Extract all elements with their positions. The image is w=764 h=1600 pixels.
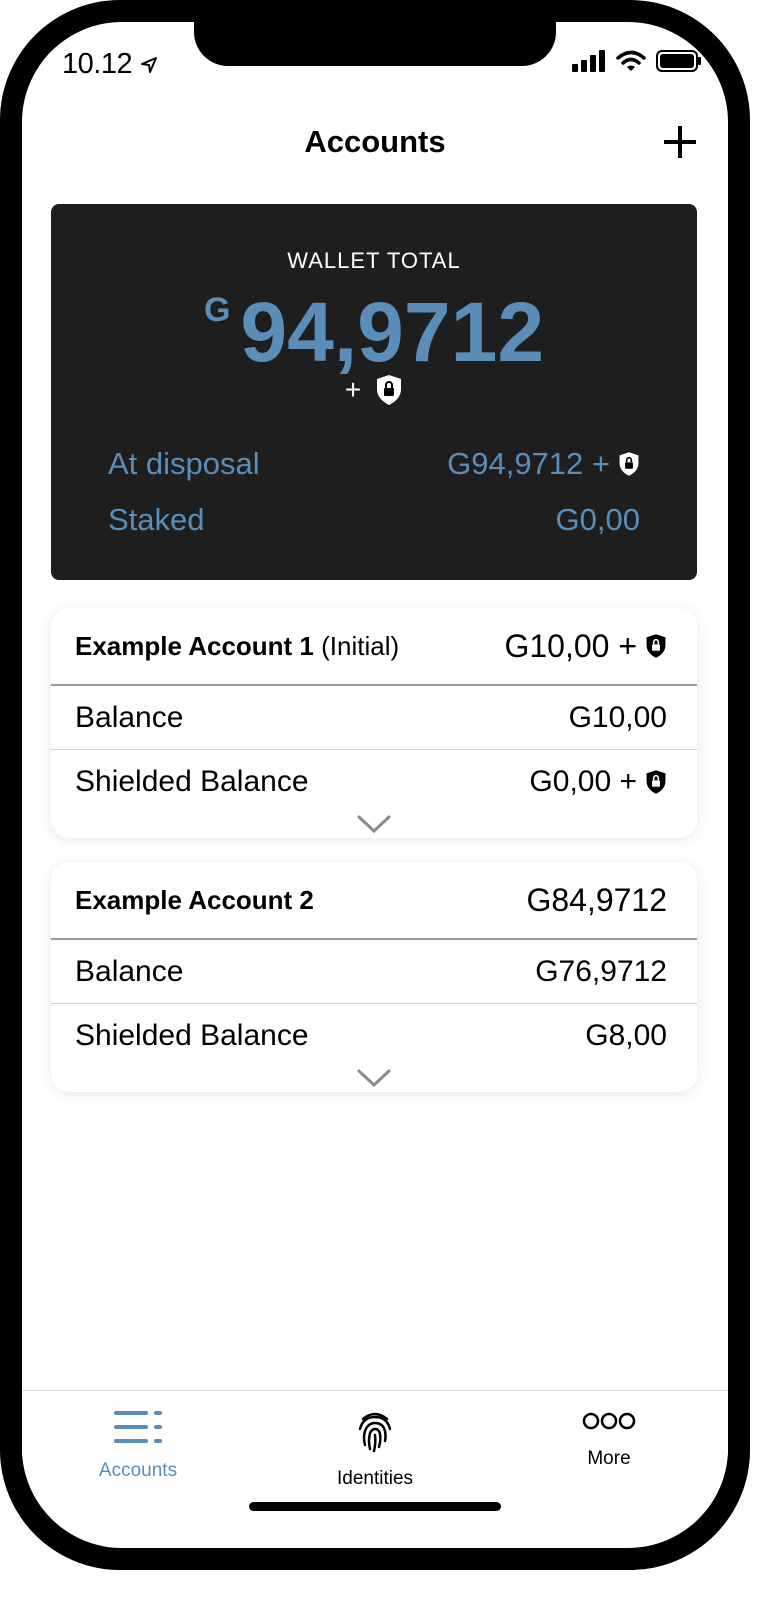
expand-toggle[interactable] [51, 1068, 697, 1092]
balance-value: G10,00 [568, 700, 667, 734]
balance-value: G76,9712 [535, 954, 667, 988]
signal-icon [572, 50, 605, 72]
shielded-balance-label: Shielded Balance [75, 1019, 309, 1052]
tab-bar: Accounts Identities More [22, 1390, 728, 1510]
chevron-down-icon [357, 815, 391, 834]
status-time-label: 10.12 [62, 48, 133, 80]
tab-label: Identities [336, 1468, 414, 1489]
notch [194, 22, 556, 66]
account-name: Example Account 1 [75, 630, 314, 661]
staked-value: G0,00 [555, 502, 640, 537]
status-time: 10.12 [62, 48, 158, 81]
shielded-balance-row: Shielded Balance G8,00 [51, 1004, 697, 1068]
chevron-down-icon [357, 1069, 391, 1088]
at-disposal-value-group: G94,9712 + [447, 446, 640, 482]
account-header[interactable]: Example Account 2 G84,9712 [51, 862, 697, 940]
status-icons [572, 50, 702, 72]
shielded-balance-value: G8,00 [585, 1019, 667, 1052]
add-account-button[interactable] [660, 122, 700, 162]
account-total: G84,9712 [526, 881, 667, 918]
shielded-balance-value: G0,00 + [529, 765, 637, 798]
shield-lock-icon [619, 452, 639, 476]
account-card-1[interactable]: Example Account 1 (Initial) G10,00 + Bal… [51, 608, 697, 838]
phone-frame: 10.12 Accounts WALLET TOTAL G 94,9712 + … [0, 0, 750, 1570]
at-disposal-row: At disposal G94,9712 + [108, 446, 640, 482]
wallet-total-amount: G 94,9712 [51, 284, 697, 381]
staked-row: Staked G0,00 [108, 502, 640, 538]
fingerprint-icon [358, 1412, 392, 1453]
shielded-balance-label: Shielded Balance [75, 765, 309, 798]
account-name-group: Example Account 1 (Initial) [75, 631, 399, 662]
wallet-total-value: 94,9712 [240, 285, 545, 379]
shielded-balance-row: Shielded Balance G0,00 + [51, 750, 697, 814]
currency-symbol: G [203, 291, 231, 329]
account-name-group: Example Account 2 [75, 885, 314, 916]
shield-lock-icon [646, 634, 666, 658]
shield-lock-icon [377, 375, 402, 405]
wallet-shielded-indicator: + [51, 374, 697, 406]
account-tag: (Initial) [321, 630, 400, 661]
location-arrow-icon [141, 56, 158, 73]
list-icon [114, 1411, 162, 1443]
expand-toggle[interactable] [51, 814, 697, 838]
tab-more[interactable]: More [519, 1409, 699, 1470]
account-total: G10,00 + [504, 627, 637, 664]
account-total-group: G10,00 + [504, 628, 667, 665]
tab-identities[interactable]: Identities [285, 1409, 465, 1490]
battery-icon [656, 50, 701, 72]
account-card-2[interactable]: Example Account 2 G84,9712 Balance G76,9… [51, 862, 697, 1092]
tab-label: Accounts [98, 1460, 178, 1481]
balance-label: Balance [75, 954, 184, 988]
staked-label: Staked [108, 502, 205, 537]
more-icon [582, 1412, 636, 1430]
account-name: Example Account 2 [75, 884, 314, 915]
wallet-total-label: WALLET TOTAL [287, 248, 461, 273]
balance-label: Balance [75, 700, 184, 734]
account-header[interactable]: Example Account 1 (Initial) G10,00 + [51, 608, 697, 686]
home-indicator [249, 1502, 501, 1511]
tab-label: More [587, 1448, 631, 1469]
wallet-total-card: WALLET TOTAL G 94,9712 + At disposal G94,… [51, 204, 697, 580]
at-disposal-label: At disposal [108, 446, 260, 481]
page-title: Accounts [304, 124, 446, 159]
balance-row: Balance G76,9712 [51, 940, 697, 1004]
at-disposal-value: G94,9712 + [447, 446, 610, 481]
wifi-icon [616, 50, 646, 71]
plus-text: + [344, 374, 362, 405]
shielded-balance-group: G0,00 + [529, 765, 667, 799]
tab-accounts[interactable]: Accounts [48, 1409, 228, 1482]
balance-row: Balance G10,00 [51, 686, 697, 750]
screen: 10.12 Accounts WALLET TOTAL G 94,9712 + … [22, 22, 728, 1548]
shield-lock-icon [646, 770, 666, 794]
